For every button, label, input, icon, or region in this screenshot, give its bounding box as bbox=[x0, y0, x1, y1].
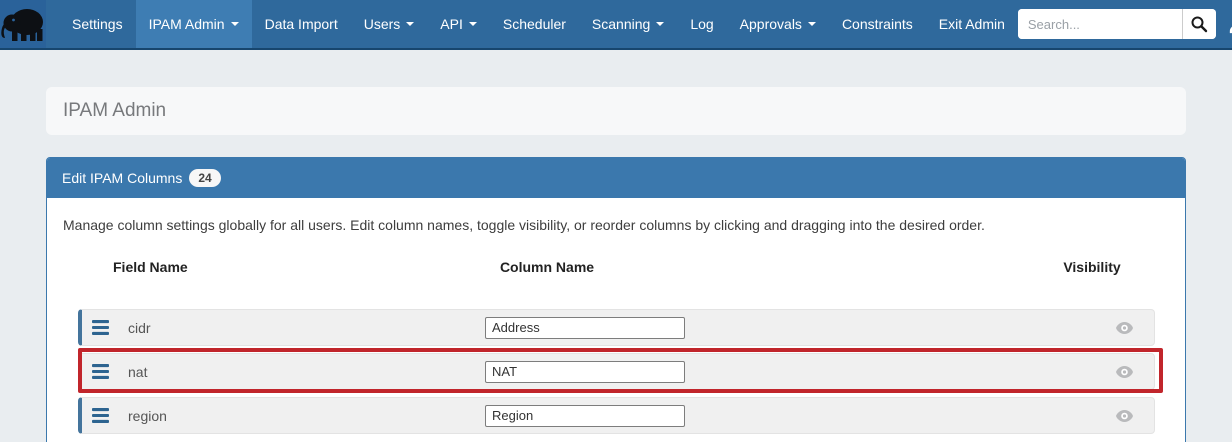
search-group bbox=[1018, 9, 1216, 39]
nav-items: Settings IPAM Admin Data Import Users AP… bbox=[59, 0, 1018, 48]
page-header: IPAM Admin bbox=[46, 87, 1186, 135]
nav-item-label: Constraints bbox=[842, 16, 913, 32]
nav-item-settings[interactable]: Settings bbox=[59, 0, 136, 48]
eye-icon[interactable] bbox=[1116, 366, 1133, 378]
nav-item-label: Users bbox=[364, 16, 401, 32]
nav-item-users[interactable]: Users bbox=[351, 0, 428, 48]
caret-down-icon bbox=[808, 22, 816, 26]
nav-item-label: Approvals bbox=[740, 16, 802, 32]
nav-item-exit-admin[interactable]: Exit Admin bbox=[926, 0, 1018, 48]
visibility-header: Visibility bbox=[1063, 259, 1120, 275]
drag-handle-icon[interactable] bbox=[92, 408, 109, 423]
nav-item-label: Scheduler bbox=[503, 16, 566, 32]
count-badge: 24 bbox=[189, 169, 220, 187]
nav-item-label: Log bbox=[690, 16, 713, 32]
navbar: Settings IPAM Admin Data Import Users AP… bbox=[0, 0, 1232, 50]
column-rows: cidr nat bbox=[78, 309, 1155, 434]
nav-item-label: API bbox=[440, 16, 463, 32]
nav-item-label: Settings bbox=[72, 16, 123, 32]
nav-item-label: IPAM Admin bbox=[149, 16, 225, 32]
nav-item-label: Data Import bbox=[265, 16, 338, 32]
field-name-label: region bbox=[128, 408, 485, 424]
nav-item-constraints[interactable]: Constraints bbox=[829, 0, 926, 48]
mammoth-logo[interactable] bbox=[0, 0, 46, 48]
column-name-input[interactable] bbox=[485, 317, 685, 339]
caret-down-icon bbox=[231, 22, 239, 26]
eye-icon[interactable] bbox=[1116, 410, 1133, 422]
user-icon bbox=[1227, 14, 1232, 35]
page-title: IPAM Admin bbox=[63, 100, 166, 122]
table-row-region[interactable]: region bbox=[78, 397, 1155, 434]
nav-item-ipam-admin[interactable]: IPAM Admin bbox=[136, 0, 252, 48]
table-row-nat[interactable]: nat bbox=[78, 353, 1155, 390]
nav-item-label: Exit Admin bbox=[939, 16, 1005, 32]
panel-body: Manage column settings globally for all … bbox=[47, 198, 1185, 442]
drag-handle-icon[interactable] bbox=[92, 320, 109, 335]
drag-handle-icon[interactable] bbox=[92, 364, 109, 379]
panel-description: Manage column settings globally for all … bbox=[63, 217, 1169, 233]
edit-ipam-columns-panel: Edit IPAM Columns 24 Manage column setti… bbox=[46, 157, 1186, 442]
user-menu-button[interactable] bbox=[1227, 14, 1232, 35]
column-name-header: Column Name bbox=[500, 259, 594, 275]
search-icon bbox=[1190, 15, 1208, 33]
caret-down-icon bbox=[406, 22, 414, 26]
field-name-header: Field Name bbox=[113, 259, 188, 275]
column-name-input[interactable] bbox=[485, 361, 685, 383]
page-content: IPAM Admin Edit IPAM Columns 24 Manage c… bbox=[46, 87, 1186, 442]
nav-item-api[interactable]: API bbox=[427, 0, 490, 48]
caret-down-icon bbox=[469, 22, 477, 26]
panel-title: Edit IPAM Columns bbox=[62, 170, 182, 186]
nav-item-approvals[interactable]: Approvals bbox=[727, 0, 829, 48]
caret-down-icon bbox=[656, 22, 664, 26]
search-input[interactable] bbox=[1018, 9, 1182, 39]
nav-item-label: Scanning bbox=[592, 16, 650, 32]
nav-item-scanning[interactable]: Scanning bbox=[579, 0, 677, 48]
eye-icon[interactable] bbox=[1116, 322, 1133, 334]
column-name-input[interactable] bbox=[485, 405, 685, 427]
field-name-label: nat bbox=[128, 364, 485, 380]
panel-heading: Edit IPAM Columns 24 bbox=[47, 158, 1185, 198]
mammoth-icon bbox=[0, 5, 46, 43]
nav-item-data-import[interactable]: Data Import bbox=[252, 0, 351, 48]
table-row-cidr[interactable]: cidr bbox=[78, 309, 1155, 346]
field-name-label: cidr bbox=[128, 320, 485, 336]
search-button[interactable] bbox=[1182, 9, 1216, 39]
table-header: Field Name Column Name Visibility bbox=[47, 259, 1185, 275]
nav-item-log[interactable]: Log bbox=[677, 0, 726, 48]
nav-item-scheduler[interactable]: Scheduler bbox=[490, 0, 579, 48]
navbar-right bbox=[1018, 0, 1232, 48]
